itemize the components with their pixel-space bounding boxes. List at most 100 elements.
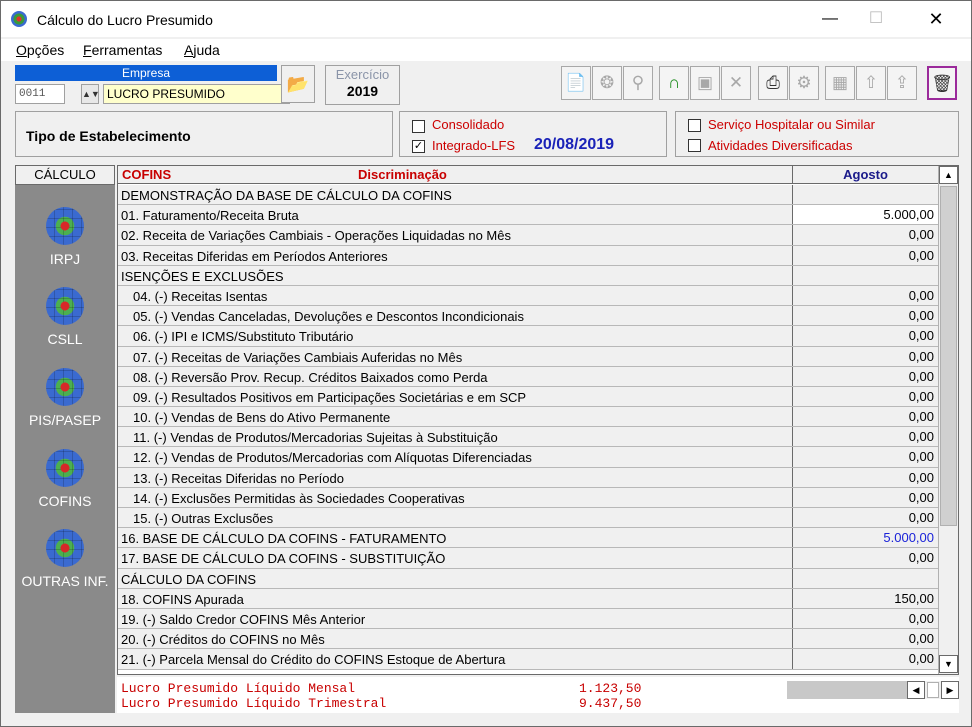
row-value[interactable]: 0,00 — [792, 608, 938, 629]
row-value[interactable]: 0,00 — [792, 427, 938, 447]
row-value[interactable]: 0,00 — [792, 447, 938, 467]
table-row[interactable]: 20. (-) Créditos do COFINS no Mês 0,00 — [118, 629, 938, 650]
row-value[interactable]: 0,00 — [792, 366, 938, 386]
compass-button[interactable]: ❂ — [592, 66, 622, 100]
row-value[interactable]: 0,00 — [792, 245, 938, 265]
horizontal-scrollbar[interactable]: ◀ ▶ — [787, 681, 959, 699]
consolidado-label: Consolidado — [432, 117, 505, 132]
calculator-button[interactable]: ▦ — [825, 66, 855, 100]
scroll-thumb[interactable] — [940, 186, 957, 526]
search-button[interactable]: ⚲ — [623, 66, 653, 100]
table-row[interactable]: CÁLCULO DA COFINS — [118, 568, 938, 589]
save-button[interactable]: ▣ — [690, 66, 720, 100]
table-row[interactable]: 07. (-) Receitas de Variações Cambiais A… — [118, 346, 938, 367]
row-value[interactable]: 0,00 — [792, 407, 938, 427]
row-value[interactable]: 0,00 — [792, 467, 938, 487]
col-header-agosto: Agosto — [792, 166, 938, 183]
row-value[interactable]: 0,00 — [792, 487, 938, 507]
row-value[interactable]: 5.000,00 — [792, 528, 938, 548]
table-row[interactable]: 15. (-) Outras Exclusões 0,00 — [118, 508, 938, 529]
table-row[interactable]: 04. (-) Receitas Isentas 0,00 — [118, 285, 938, 307]
row-value[interactable] — [792, 568, 938, 588]
close-button[interactable]: ✕ — [913, 1, 959, 37]
exercicio-value: 2019 — [346, 83, 379, 99]
row-value[interactable]: 0,00 — [792, 629, 938, 649]
scroll-right-button[interactable]: ▶ — [941, 681, 959, 699]
row-value[interactable]: 0,00 — [792, 225, 938, 245]
print-button[interactable]: ⎙ — [758, 66, 788, 100]
scroll-left-button[interactable]: ◀ — [907, 681, 925, 699]
row-value[interactable]: 0,00 — [792, 346, 938, 366]
table-row[interactable]: 09. (-) Resultados Positivos em Particip… — [118, 386, 938, 408]
table-row[interactable]: 13. (-) Receitas Diferidas no Período 0,0… — [118, 467, 938, 488]
table-row[interactable]: 21. (-) Parcela Mensal do Crédito do COF… — [118, 649, 938, 670]
row-value[interactable]: 0,00 — [792, 306, 938, 326]
row-value[interactable]: 0,00 — [792, 508, 938, 528]
row-description: 05. (-) Vendas Canceladas, Devoluções e … — [133, 309, 524, 325]
table-row[interactable]: 10. (-) Vendas de Bens do Ativo Permanen… — [118, 407, 938, 428]
sidebar-item-irpj[interactable]: IRPJ — [15, 207, 115, 267]
wrench-icon: ⚙ — [796, 73, 812, 92]
row-value[interactable]: 150,00 — [792, 588, 938, 608]
export-icon: ⇪ — [894, 73, 910, 92]
maximize-button[interactable]: ☐ — [853, 1, 899, 37]
atividades-diversificadas-checkbox[interactable] — [688, 139, 701, 152]
table-row[interactable]: 06. (-) IPI e ICMS/Substituto Tributário… — [118, 326, 938, 347]
vertical-scrollbar[interactable]: ▲ ▼ — [938, 166, 958, 674]
minimize-button[interactable]: — — [807, 1, 853, 37]
table-row[interactable]: 03. Receitas Diferidas em Períodos Anter… — [118, 245, 938, 266]
row-value[interactable]: 0,00 — [792, 285, 938, 306]
export-button[interactable]: ⇪ — [887, 66, 917, 100]
row-value[interactable] — [792, 185, 938, 205]
table-row[interactable]: 01. Faturamento/Receita Bruta 5.000,00 — [118, 205, 938, 226]
empresa-name-field[interactable]: LUCRO PRESUMIDO — [103, 84, 290, 104]
table-row[interactable]: 18. COFINS Apurada 150,00 — [118, 588, 938, 609]
row-description: 16. BASE DE CÁLCULO DA COFINS - FATURAME… — [121, 531, 447, 547]
table-row[interactable]: 08. (-) Reversão Prov. Recup. Créditos B… — [118, 366, 938, 387]
scroll-track[interactable] — [787, 681, 907, 699]
integrado-checkbox[interactable]: ✓ — [412, 140, 425, 153]
row-value[interactable] — [792, 265, 938, 285]
consolidado-checkbox[interactable] — [412, 120, 425, 133]
sidebar-item-csll[interactable]: CSLL — [15, 287, 115, 347]
sidebar-item-cofins[interactable]: COFINS — [15, 449, 115, 509]
sidebar-item-pis-pasep[interactable]: PIS/PASEP — [15, 368, 115, 428]
row-value[interactable]: 5.000,00 — [792, 205, 938, 225]
unlock-button[interactable]: ∩ — [659, 66, 689, 100]
table-row[interactable]: 19. (-) Saldo Credor COFINS Mês Anterior… — [118, 608, 938, 630]
scroll-thumb[interactable] — [927, 682, 939, 698]
row-value[interactable]: 0,00 — [792, 548, 938, 568]
document-button[interactable]: 📄 — [561, 66, 591, 100]
row-value[interactable]: 0,00 — [792, 649, 938, 669]
table-row[interactable]: 02. Receita de Variações Cambiais - Oper… — [118, 225, 938, 246]
sidebar-item-label: CSLL — [47, 331, 83, 347]
row-description: 13. (-) Receitas Diferidas no Período — [133, 470, 344, 486]
scroll-up-button[interactable]: ▲ — [939, 166, 958, 184]
empresa-code-field[interactable]: 0011 — [15, 84, 65, 104]
row-description: 12. (-) Vendas de Produtos/Mercadorias c… — [133, 450, 532, 466]
scroll-down-button[interactable]: ▼ — [939, 655, 958, 673]
table-row[interactable]: 05. (-) Vendas Canceladas, Devoluções e … — [118, 306, 938, 327]
table-row[interactable]: 17. BASE DE CÁLCULO DA COFINS - SUBSTITU… — [118, 548, 938, 569]
sidebar-item-outras-inf[interactable]: OUTRAS INF. — [15, 529, 115, 589]
table-row[interactable]: ISENÇÕES E EXCLUSÕES — [118, 265, 938, 286]
servico-hospitalar-checkbox[interactable] — [688, 119, 701, 132]
table-row[interactable]: 14. (-) Exclusões Permitidas às Sociedad… — [118, 487, 938, 508]
row-description: 19. (-) Saldo Credor COFINS Mês Anterior — [121, 611, 366, 627]
open-folder-button[interactable]: 📂 — [281, 65, 315, 103]
table-row[interactable]: DEMONSTRAÇÃO DA BASE DE CÁLCULO DA COFIN… — [118, 185, 938, 206]
delete-button[interactable]: ✕ — [721, 66, 751, 100]
row-value[interactable]: 0,00 — [792, 386, 938, 407]
menu-ferramentas[interactable]: Ferramentas — [83, 42, 162, 58]
upload-button[interactable]: ⇧ — [856, 66, 886, 100]
table-row[interactable]: 12. (-) Vendas de Produtos/Mercadorias c… — [118, 447, 938, 468]
wrench-button[interactable]: ⚙ — [789, 66, 819, 100]
empresa-spin-button[interactable]: ▲▼ — [81, 84, 100, 104]
calc-calendar-button[interactable]: 🗑 — [927, 66, 957, 100]
menu-ajuda[interactable]: Ajuda — [184, 42, 220, 58]
lucro-mensal-value: 1.123,50 — [579, 681, 642, 696]
table-row[interactable]: 16. BASE DE CÁLCULO DA COFINS - FATURAME… — [118, 528, 938, 549]
menu-opcoes[interactable]: Opções — [16, 42, 64, 58]
table-row[interactable]: 11. (-) Vendas de Produtos/Mercadorias S… — [118, 427, 938, 448]
row-value[interactable]: 0,00 — [792, 326, 938, 346]
